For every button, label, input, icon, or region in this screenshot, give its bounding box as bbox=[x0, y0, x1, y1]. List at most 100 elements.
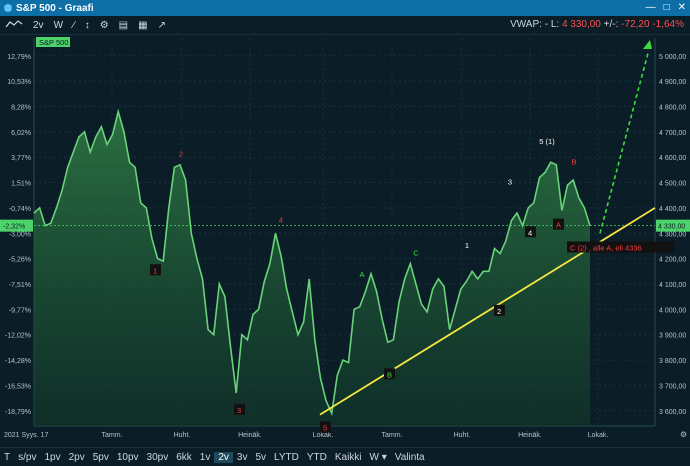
settings-icon[interactable]: ⚙ bbox=[95, 20, 114, 31]
wave-label: B bbox=[571, 157, 576, 166]
left-axis-tick: -9,77% bbox=[9, 307, 31, 314]
x-axis-label: Tamm. bbox=[102, 432, 123, 439]
draw-line-icon[interactable]: ∕ bbox=[68, 20, 80, 31]
right-axis-tick: 4 400,00 bbox=[659, 206, 686, 213]
wave-label: B bbox=[387, 370, 392, 379]
right-axis-tick: 4 500,00 bbox=[659, 181, 686, 188]
projection-arrow-icon bbox=[643, 40, 652, 49]
right-axis-tick: 4 100,00 bbox=[659, 282, 686, 289]
left-axis-tick: -5,26% bbox=[9, 257, 31, 264]
close-icon[interactable]: ✕ bbox=[678, 0, 686, 16]
x-axis-label: 2021 Syys. 17 bbox=[4, 432, 48, 439]
left-axis-tick: 6,02% bbox=[11, 130, 31, 137]
right-axis-tick: 4 800,00 bbox=[659, 104, 686, 111]
right-axis-tick: 3 800,00 bbox=[659, 358, 686, 365]
wave-label: 5 (1) bbox=[539, 137, 555, 146]
expand-icon[interactable]: ▤ bbox=[114, 20, 133, 31]
range-button-valinta[interactable]: Valinta bbox=[391, 452, 429, 463]
left-axis-tick: 12,79% bbox=[7, 54, 31, 61]
right-axis-tick: 5 000,00 bbox=[659, 54, 686, 61]
range-button-2pv[interactable]: 2pv bbox=[65, 452, 89, 463]
projection-line[interactable] bbox=[599, 53, 649, 234]
range-button-6kk[interactable]: 6kk bbox=[172, 452, 196, 463]
title-bar: S&P 500 - Graafi — □ ✕ bbox=[0, 0, 690, 16]
left-axis-tick: -3,00% bbox=[9, 231, 31, 238]
last-value: 4 330,00 bbox=[561, 19, 601, 30]
axis-settings-icon[interactable]: ⚙ bbox=[680, 430, 687, 439]
wave-label: 3 bbox=[508, 178, 512, 187]
wave-label: A bbox=[359, 270, 364, 279]
change-pct: -1,64% bbox=[652, 19, 684, 30]
left-axis-tick: -16,53% bbox=[5, 383, 31, 390]
right-axis-tick: 3 700,00 bbox=[659, 383, 686, 390]
chart-canvas[interactable]: S&P 500 12,79% 10,53% 8,28% 6,02% 3,77% 1,51% -… bbox=[0, 34, 690, 447]
right-axis-tick: 3 600,00 bbox=[659, 409, 686, 416]
right-axis-tick: 4 000,00 bbox=[659, 307, 686, 314]
price-chart[interactable]: S&P 500 12,79% 10,53% 8,28% 6,02% 3,77% 1,51% -… bbox=[0, 34, 690, 447]
range-button-2v[interactable]: 2v bbox=[214, 451, 233, 463]
left-axis-tick: 3,77% bbox=[11, 155, 31, 162]
range-button-t[interactable]: T bbox=[0, 452, 14, 463]
left-axis-tick: 8,28% bbox=[11, 104, 31, 111]
wave-label: C bbox=[413, 249, 419, 258]
series-label: S&P 500 bbox=[39, 38, 68, 47]
range-button-spv[interactable]: s/pv bbox=[14, 452, 40, 463]
add-indicator-icon[interactable]: ▦ bbox=[133, 20, 152, 31]
wave-label: C (2) , alle A, eli 4336 bbox=[570, 243, 642, 252]
range-button-lytd[interactable]: LYTD bbox=[270, 452, 303, 463]
range-button-1v[interactable]: 1v bbox=[196, 452, 215, 463]
period-w-button[interactable]: W bbox=[49, 20, 68, 31]
range-bar: Ts/pv 1pv 2pv 5pv 10pv 30pv 6kk 1v 2v 3v 5v LYTD YTD… bbox=[0, 447, 690, 466]
current-price-label: 4 330,00 bbox=[658, 224, 685, 231]
range-button-1pv[interactable]: 1pv bbox=[40, 452, 64, 463]
minimize-icon[interactable]: — bbox=[646, 0, 656, 16]
maximize-icon[interactable]: □ bbox=[664, 0, 670, 16]
x-axis-label: Lokak. bbox=[588, 432, 609, 439]
series-area bbox=[34, 111, 590, 426]
right-axis-tick: 4 600,00 bbox=[659, 155, 686, 162]
wave-label: 5 bbox=[323, 424, 327, 433]
price-summary: VWAP: - L: 4 330,00 +/-: -72,20 -1,64% bbox=[510, 19, 684, 30]
left-axis-tick: -14,28% bbox=[5, 358, 31, 365]
x-axis-label: Heinäk. bbox=[238, 432, 262, 439]
share-icon[interactable]: ↗ bbox=[153, 20, 171, 31]
range-button-30pv[interactable]: 30pv bbox=[143, 452, 173, 463]
chart-toolbar: 2v W ∕ ↕ ⚙ ▤ ▦ ↗ VWAP: - L: 4 330,00 +/-… bbox=[0, 16, 690, 35]
left-axis-tick: -0,74% bbox=[9, 206, 31, 213]
right-axis-tick: 3 900,00 bbox=[659, 333, 686, 340]
current-pct-label: -2,32% bbox=[3, 224, 25, 231]
window-title: S&P 500 - Graafi bbox=[16, 2, 94, 14]
right-axis-tick: 4 900,00 bbox=[659, 79, 686, 86]
wave-label: 2 bbox=[497, 307, 501, 316]
wave-label: 1 bbox=[153, 266, 157, 275]
right-axis-tick: 4 200,00 bbox=[659, 257, 686, 264]
left-axis-tick: 1,51% bbox=[11, 181, 31, 188]
range-button-3v[interactable]: 3v bbox=[233, 452, 252, 463]
wave-label: 1 bbox=[465, 241, 469, 250]
change-value: -72,20 bbox=[621, 19, 650, 30]
x-axis-label: Lokak. bbox=[313, 432, 334, 439]
window-controls: — □ ✕ bbox=[646, 0, 686, 16]
left-axis-tick: 10,53% bbox=[7, 79, 31, 86]
x-axis-label: Huht. bbox=[454, 432, 471, 439]
x-axis-label: Tamm. bbox=[382, 432, 403, 439]
range-button-kaikki[interactable]: Kaikki bbox=[331, 452, 366, 463]
x-axis-label: Heinäk. bbox=[518, 432, 542, 439]
wave-label: 4 bbox=[528, 228, 532, 237]
range-button-w[interactable]: W ▾ bbox=[366, 452, 391, 463]
chart-type-icon[interactable] bbox=[0, 19, 28, 32]
left-axis-tick: -18,79% bbox=[5, 409, 31, 416]
left-axis-tick: -7,51% bbox=[9, 282, 31, 289]
period-2v-button[interactable]: 2v bbox=[28, 20, 49, 31]
range-button-5pv[interactable]: 5pv bbox=[89, 452, 113, 463]
wave-label: 2 bbox=[179, 150, 183, 159]
wave-label: 3 bbox=[237, 406, 241, 415]
range-button-5v[interactable]: 5v bbox=[251, 452, 270, 463]
x-axis-label: Huht. bbox=[174, 432, 191, 439]
range-button-ytd[interactable]: YTD bbox=[303, 452, 331, 463]
range-button-10pv[interactable]: 10pv bbox=[113, 452, 143, 463]
right-axis-tick: 4 300,00 bbox=[659, 231, 686, 238]
measure-icon[interactable]: ↕ bbox=[80, 20, 95, 31]
change-label: +/-: bbox=[603, 19, 619, 30]
right-axis-tick: 4 700,00 bbox=[659, 130, 686, 137]
